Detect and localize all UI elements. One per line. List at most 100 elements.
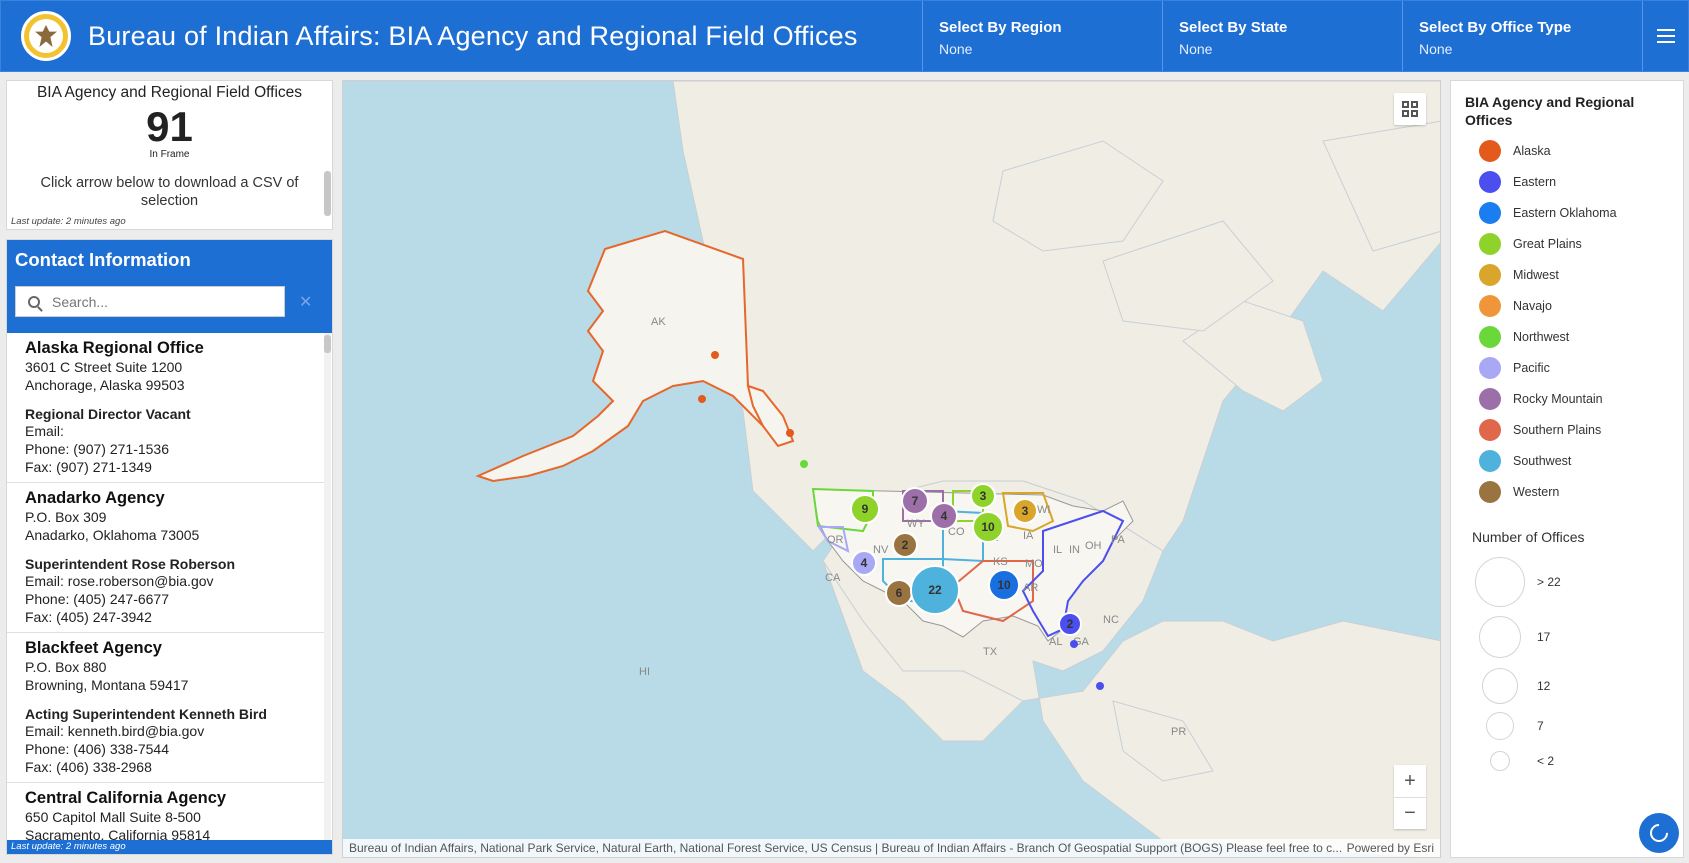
zoom-in-button[interactable]: + <box>1394 765 1426 797</box>
select-by-office-type[interactable]: Select By Office Type None <box>1402 1 1642 71</box>
svg-text:4: 4 <box>861 556 868 570</box>
list-scrollbar[interactable] <box>324 333 331 848</box>
svg-text:2: 2 <box>1067 617 1074 631</box>
download-hint: Click arrow below to download a CSV of s… <box>40 175 299 209</box>
cluster-marker[interactable]: 4 <box>851 550 877 576</box>
legend-item: Western <box>1465 476 1669 507</box>
refresh-icon <box>1646 820 1672 846</box>
legend-item: Midwest <box>1465 259 1669 290</box>
cluster-marker[interactable]: 3 <box>970 483 996 509</box>
legend-item: Great Plains <box>1465 228 1669 259</box>
legend-item: Pacific <box>1465 352 1669 383</box>
state-label-pa: PA <box>1111 534 1126 546</box>
map-attribution: Bureau of Indian Affairs, National Park … <box>343 839 1440 857</box>
size-legend-item: 12 <box>1465 663 1669 709</box>
state-label-wi: WI <box>1037 504 1050 516</box>
office-point[interactable] <box>1070 640 1078 648</box>
state-label-ca: CA <box>825 572 841 584</box>
cluster-marker[interactable]: 9 <box>850 494 880 524</box>
state-label-mo: MO <box>1025 558 1043 570</box>
list-item[interactable]: Blackfeet Agency P.O. Box 880 Browning, … <box>7 633 324 783</box>
cluster-marker[interactable]: 6 <box>885 579 913 607</box>
svg-text:2: 2 <box>902 538 909 552</box>
stats-scrollbar[interactable] <box>324 171 331 216</box>
select-by-region[interactable]: Select By Region None <box>922 1 1162 71</box>
search-input[interactable] <box>52 293 262 310</box>
legend-item: Rocky Mountain <box>1465 383 1669 414</box>
clear-icon[interactable]: ✕ <box>299 292 312 312</box>
contact-last-update: Last update: 2 minutes ago <box>7 840 332 854</box>
app-header: Bureau of Indian Affairs: BIA Agency and… <box>0 0 1689 72</box>
state-label-in: IN <box>1069 544 1080 556</box>
state-label-or: OR <box>827 534 844 546</box>
state-label-oh: OH <box>1085 540 1102 552</box>
search-box <box>15 286 285 317</box>
menu-button[interactable] <box>1642 1 1688 71</box>
legend-item: Eastern <box>1465 166 1669 197</box>
basemap[interactable]: AK HI PR OR NV UT CO ID WY MT CA NE KS I… <box>343 81 1441 858</box>
svg-text:7: 7 <box>912 494 919 508</box>
state-label-ia: IA <box>1023 530 1034 542</box>
state-label-pr: PR <box>1171 726 1186 738</box>
cluster-marker[interactable]: 2 <box>892 532 918 558</box>
office-point[interactable] <box>786 429 794 437</box>
office-point[interactable] <box>1096 682 1104 690</box>
list-item[interactable]: Anadarko Agency P.O. Box 309 Anadarko, O… <box>7 483 324 633</box>
list-item[interactable]: Alaska Regional Office 3601 C Street Sui… <box>7 333 324 483</box>
state-label-hi: HI <box>639 666 650 678</box>
svg-text:22: 22 <box>928 583 942 597</box>
svg-text:10: 10 <box>997 578 1011 592</box>
office-point[interactable] <box>711 351 719 359</box>
size-legend-title: Number of Offices <box>1472 529 1585 545</box>
qr-code-button[interactable] <box>1394 93 1426 125</box>
state-label-al: AL <box>1049 636 1062 648</box>
state-label-nv: NV <box>873 544 889 556</box>
cluster-marker[interactable]: 3 <box>1012 498 1038 524</box>
legend-item: Southern Plains <box>1465 414 1669 445</box>
svg-text:10: 10 <box>981 520 995 534</box>
contact-list: Alaska Regional Office 3601 C Street Sui… <box>7 333 332 848</box>
cluster-marker[interactable]: 7 <box>901 487 929 515</box>
cluster-marker[interactable]: 22 <box>910 565 960 615</box>
qr-code-icon <box>1402 101 1418 117</box>
office-point[interactable] <box>698 395 706 403</box>
contact-panel: Contact Information ✕ Alaska Regional Of… <box>6 239 333 855</box>
stats-title: BIA Agency and Regional Field Offices <box>36 84 303 101</box>
legend-item: Alaska <box>1465 135 1669 166</box>
legend-item: Eastern Oklahoma <box>1465 197 1669 228</box>
legend-title: BIA Agency and Regional Offices <box>1465 94 1635 128</box>
cluster-marker[interactable]: 10 <box>972 511 1004 543</box>
count-label: In Frame <box>149 149 190 160</box>
hamburger-icon <box>1656 29 1675 43</box>
stats-last-update: Last update: 2 minutes ago <box>11 216 126 227</box>
select-by-state[interactable]: Select By State None <box>1162 1 1402 71</box>
size-legend-item: > 22 <box>1465 553 1669 611</box>
state-label-tx: TX <box>983 646 998 658</box>
office-count-panel: BIA Agency and Regional Field Offices 91… <box>6 80 333 230</box>
state-label-wy: WY <box>907 518 925 530</box>
legend-item: Northwest <box>1465 321 1669 352</box>
state-label-il: IL <box>1053 544 1062 556</box>
refresh-button[interactable] <box>1639 813 1679 853</box>
contact-header: Contact Information ✕ <box>7 240 332 333</box>
legend-item: Navajo <box>1465 290 1669 321</box>
svg-text:3: 3 <box>1022 504 1029 518</box>
size-legend-item: 17 <box>1465 611 1669 663</box>
state-label-nc: NC <box>1103 614 1119 626</box>
state-label-ar: AR <box>1023 582 1038 594</box>
zoom-out-button[interactable]: − <box>1394 797 1426 829</box>
cluster-marker[interactable]: 10 <box>988 569 1020 601</box>
svg-text:6: 6 <box>896 586 903 600</box>
cluster-marker[interactable]: 2 <box>1058 612 1082 636</box>
state-label-ak: AK <box>651 316 666 328</box>
cluster-marker[interactable]: 4 <box>930 502 958 530</box>
size-legend-item: 7 <box>1465 709 1669 743</box>
bia-seal-logo <box>21 11 71 61</box>
zoom-controls: + − <box>1394 765 1426 829</box>
powered-by-esri[interactable]: Powered by Esri <box>1347 839 1440 857</box>
search-icon <box>28 295 40 308</box>
brand: Bureau of Indian Affairs: BIA Agency and… <box>1 1 922 71</box>
office-point[interactable] <box>800 460 808 468</box>
map-view[interactable]: AK HI PR OR NV UT CO ID WY MT CA NE KS I… <box>342 80 1441 858</box>
list-item[interactable]: Central California Agency 650 Capitol Ma… <box>7 783 324 848</box>
